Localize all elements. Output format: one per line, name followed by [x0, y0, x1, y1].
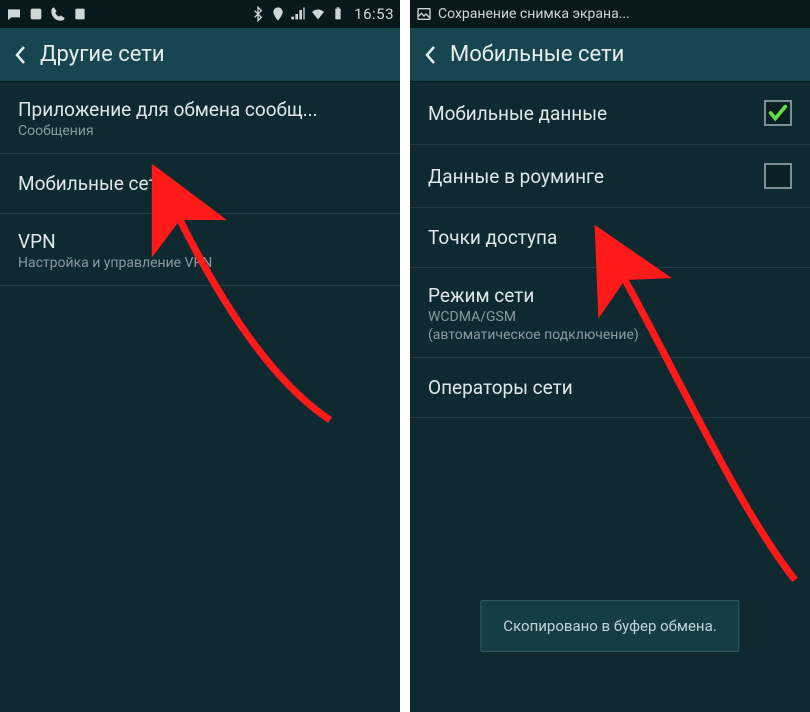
item-sub: Сообщения: [18, 123, 382, 139]
back-icon[interactable]: [420, 45, 440, 65]
item-sub2: (автоматическое подключение): [428, 327, 792, 343]
signal-icon: [290, 6, 306, 22]
status-bar: 16:53: [0, 0, 400, 28]
location-icon: [270, 6, 286, 22]
titlebar[interactable]: Другие сети: [0, 28, 400, 82]
item-title: Данные в роуминге: [428, 165, 754, 188]
bluetooth-icon: [250, 6, 266, 22]
item-title: Точки доступа: [428, 226, 792, 249]
checkbox[interactable]: [764, 163, 792, 189]
image-icon: [416, 6, 432, 22]
message-icon: [6, 6, 22, 22]
item-title: Мобильные сети: [18, 172, 382, 195]
page-title: Мобильные сети: [450, 42, 624, 67]
item-title: Приложение для обмена сообщ...: [18, 98, 382, 121]
item-network-mode[interactable]: Режим сети WCDMA/GSM (автоматическое под…: [410, 268, 810, 358]
item-title: Мобильные данные: [428, 102, 754, 125]
battery-icon: [330, 6, 346, 22]
item-messaging-app[interactable]: Приложение для обмена сообщ... Сообщения: [0, 82, 400, 154]
notif-icon: [72, 6, 88, 22]
item-mobile-networks[interactable]: Мобильные сети: [0, 154, 400, 214]
item-operators[interactable]: Операторы сети: [410, 358, 810, 418]
left-screenshot: 16:53 Другие сети Приложение для обмена …: [0, 0, 400, 712]
settings-list: Приложение для обмена сообщ... Сообщения…: [0, 82, 400, 286]
item-roaming[interactable]: Данные в роуминге: [410, 145, 810, 208]
checkbox[interactable]: [764, 100, 792, 126]
item-title: VPN: [18, 230, 382, 253]
screenshot-saving-text: Сохранение снимка экрана...: [438, 6, 630, 22]
settings-list: Мобильные данные Данные в роуминге Точки…: [410, 82, 810, 418]
item-access-points[interactable]: Точки доступа: [410, 208, 810, 268]
item-mobile-data[interactable]: Мобильные данные: [410, 82, 810, 145]
badge-icon: [28, 6, 44, 22]
right-screenshot: Сохранение снимка экрана... Мобильные се…: [410, 0, 810, 712]
item-title: Режим сети: [428, 284, 792, 307]
clock: 16:53: [354, 5, 394, 23]
item-title: Операторы сети: [428, 376, 792, 399]
item-sub: Настройка и управление VPN: [18, 255, 382, 271]
status-bar: Сохранение снимка экрана...: [410, 0, 810, 28]
titlebar[interactable]: Мобильные сети: [410, 28, 810, 82]
toast: Скопировано в буфер обмена.: [480, 600, 739, 652]
item-sub: WCDMA/GSM: [428, 309, 792, 325]
page-title: Другие сети: [40, 42, 165, 67]
back-icon[interactable]: [10, 45, 30, 65]
wifi-icon: [310, 6, 326, 22]
item-vpn[interactable]: VPN Настройка и управление VPN: [0, 214, 400, 286]
phone-icon: [50, 6, 66, 22]
